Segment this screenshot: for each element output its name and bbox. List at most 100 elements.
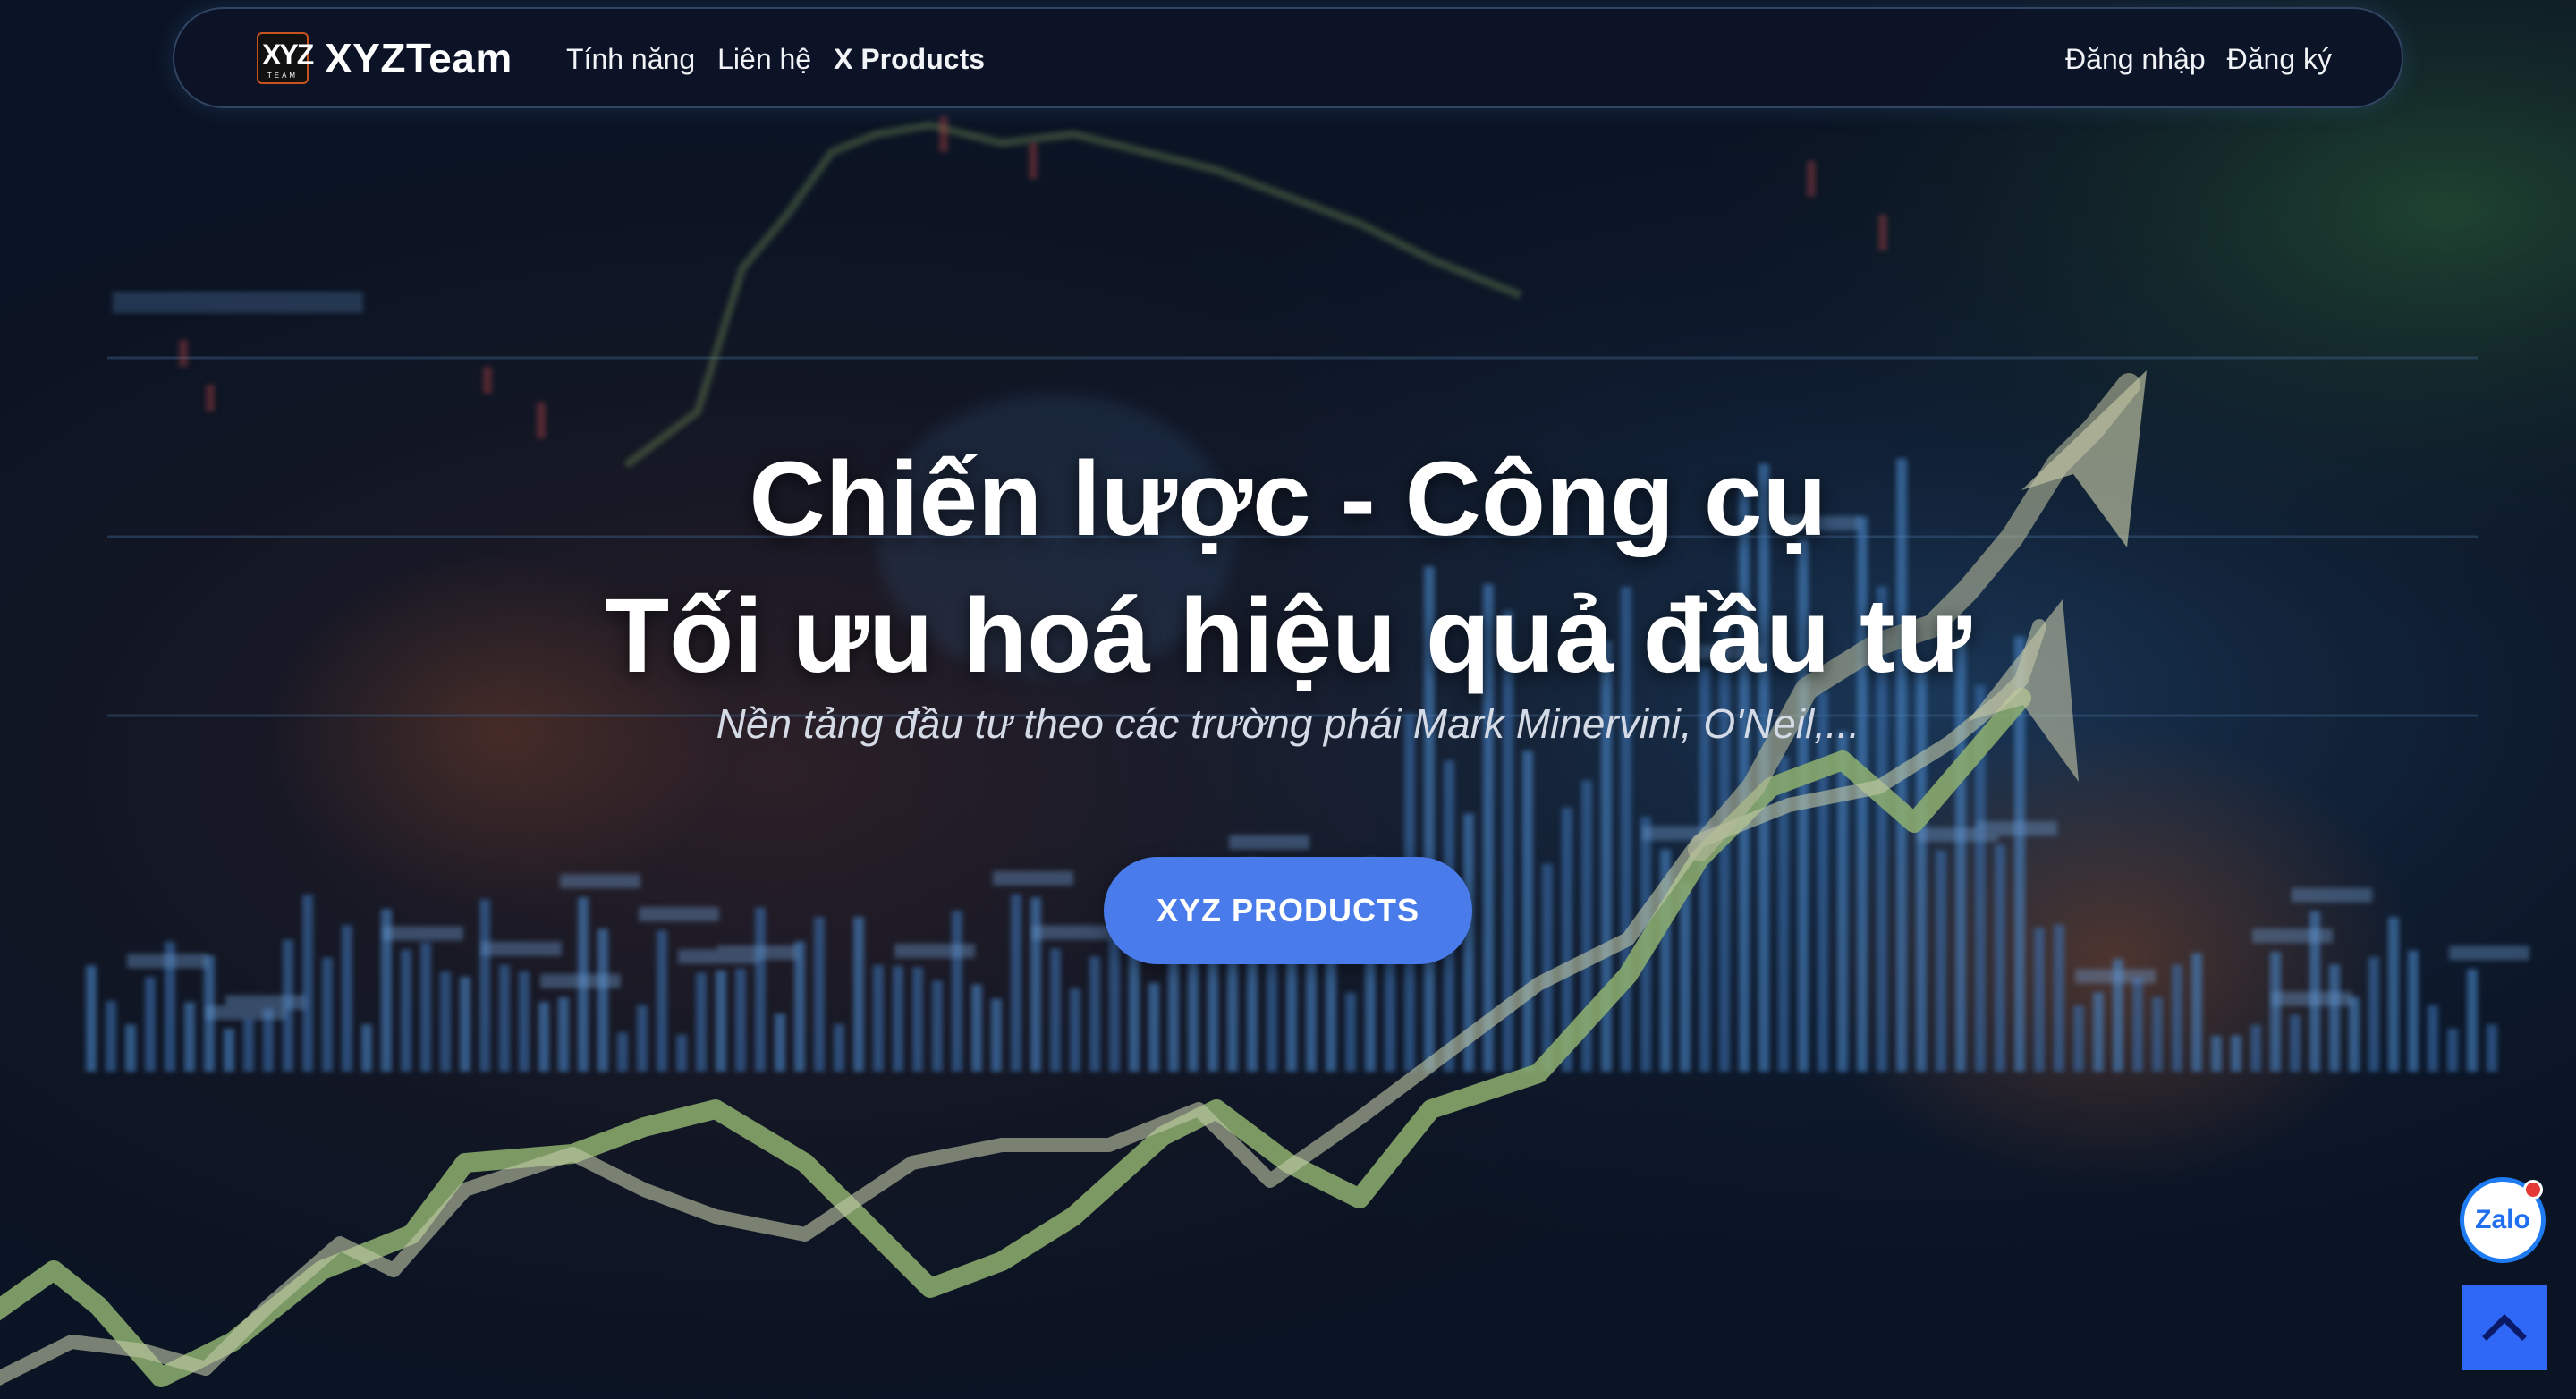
scroll-to-top-button[interactable] <box>2462 1285 2547 1370</box>
background-bar <box>873 964 884 1072</box>
top-navbar: XYZ TEAM XYZTeam Tính năng Liên hệ X Pro… <box>173 7 2403 108</box>
background-bar <box>361 1024 372 1072</box>
background-bar <box>2054 924 2064 1072</box>
background-bar <box>420 942 431 1072</box>
background-bar <box>1522 750 1533 1072</box>
background-bar-label <box>560 874 640 889</box>
background-bar <box>2172 964 2182 1072</box>
background-bar <box>735 968 746 1072</box>
background-bar <box>86 965 97 1072</box>
auth-links: Đăng nhập Đăng ký <box>2065 9 2332 110</box>
background-bar <box>184 1002 195 1072</box>
background-bar <box>2428 1005 2438 1072</box>
background-bar <box>597 928 608 1072</box>
background-bar <box>971 984 982 1072</box>
background-bar <box>1030 897 1041 1072</box>
background-bar <box>657 930 667 1072</box>
background-bar <box>1818 691 1828 1072</box>
background-bar <box>1837 731 1848 1072</box>
background-bar <box>2191 953 2202 1072</box>
background-bar <box>912 967 923 1072</box>
background-bar-label <box>993 870 1073 886</box>
logo-subtext: TEAM <box>267 72 299 80</box>
background-bar <box>2152 996 2163 1072</box>
background-bar <box>1936 850 1946 1072</box>
background-bar <box>2349 996 2360 1072</box>
background-bar <box>479 899 490 1072</box>
background-bar-label <box>717 945 798 960</box>
background-bar <box>401 949 411 1072</box>
zalo-icon: Zalo <box>2475 1205 2530 1234</box>
logo-mark: XYZ <box>262 38 314 71</box>
logo-icon: XYZ TEAM <box>257 32 314 84</box>
background-bar <box>2388 917 2399 1072</box>
background-bar <box>460 977 470 1072</box>
background-bar <box>302 895 313 1072</box>
background-bar <box>2250 1024 2261 1072</box>
background-bar <box>1050 948 1061 1072</box>
background-bar-label <box>2272 991 2352 1006</box>
background-bar <box>440 971 451 1072</box>
logo[interactable]: XYZ TEAM XYZTeam <box>257 32 513 84</box>
background-bar-label <box>1977 821 2057 836</box>
background-bar-label <box>2449 945 2529 961</box>
background-bar <box>2034 928 2045 1072</box>
background-bar <box>1148 982 1159 1072</box>
nav-link-features[interactable]: Tính năng <box>566 43 695 76</box>
background-bar <box>775 1013 785 1072</box>
login-link[interactable]: Đăng nhập <box>2065 43 2206 76</box>
background-bar <box>1070 988 1080 1072</box>
background-bar <box>2329 964 2340 1072</box>
background-bar <box>2211 1035 2222 1072</box>
background-bar-label <box>2252 928 2333 944</box>
background-bar <box>676 1034 687 1072</box>
background-bar <box>1011 894 1021 1072</box>
xyz-products-button[interactable]: XYZ PRODUCTS <box>1104 857 1472 964</box>
background-bar <box>519 971 530 1072</box>
background-bar <box>224 1028 234 1072</box>
background-bar <box>2447 1029 2458 1072</box>
brand-name: XYZTeam <box>325 35 513 81</box>
background-bar-label <box>1032 925 1113 940</box>
background-bar <box>2231 1035 2241 1072</box>
background-bar <box>322 957 333 1072</box>
background-bar <box>106 1000 116 1072</box>
background-bar <box>2408 950 2419 1072</box>
background-bar-label <box>481 941 562 956</box>
background-bar <box>145 977 156 1072</box>
background-bar <box>696 972 707 1072</box>
background-bar <box>2368 956 2379 1072</box>
background-bar <box>932 980 943 1072</box>
background-bar <box>2467 969 2478 1072</box>
background-bar <box>1345 992 1356 1072</box>
background-bar <box>755 907 766 1072</box>
nav-link-contact[interactable]: Liên hệ <box>717 43 811 76</box>
background-bar <box>2093 992 2104 1072</box>
nav-links: Tính năng Liên hệ X Products <box>566 9 985 110</box>
zalo-chat-button[interactable]: Zalo <box>2460 1177 2546 1263</box>
chevron-up-icon <box>2482 1314 2527 1341</box>
background-bar <box>499 964 510 1072</box>
background-bar <box>1995 844 2005 1072</box>
background-bar <box>538 1002 549 1072</box>
register-link[interactable]: Đăng ký <box>2227 43 2332 76</box>
background-bar-label <box>639 907 719 922</box>
background-bar-label <box>1229 835 1309 850</box>
background-bar <box>2270 952 2281 1072</box>
background-bar <box>1542 863 1553 1072</box>
background-bar <box>125 1024 136 1072</box>
background-bar <box>1109 937 1120 1072</box>
background-bar <box>1680 882 1690 1072</box>
hero-subtitle: Nền tảng đầu tư theo các trường phái Mar… <box>716 700 1860 747</box>
background-bar-label <box>540 973 621 988</box>
background-bar <box>637 1005 648 1072</box>
hero-title-line-1: Chiến lược - Công cụ <box>749 440 1827 558</box>
background-bar-label <box>383 926 463 941</box>
background-bar <box>617 1032 628 1072</box>
background-bar <box>1089 956 1100 1072</box>
background-bar <box>716 970 726 1072</box>
background-bar-label <box>127 954 208 969</box>
background-bar <box>952 911 962 1072</box>
nav-link-x-products[interactable]: X Products <box>834 43 985 76</box>
hero-title-line-2: Tối ưu hoá hiệu quả đầu tư <box>605 577 1971 695</box>
